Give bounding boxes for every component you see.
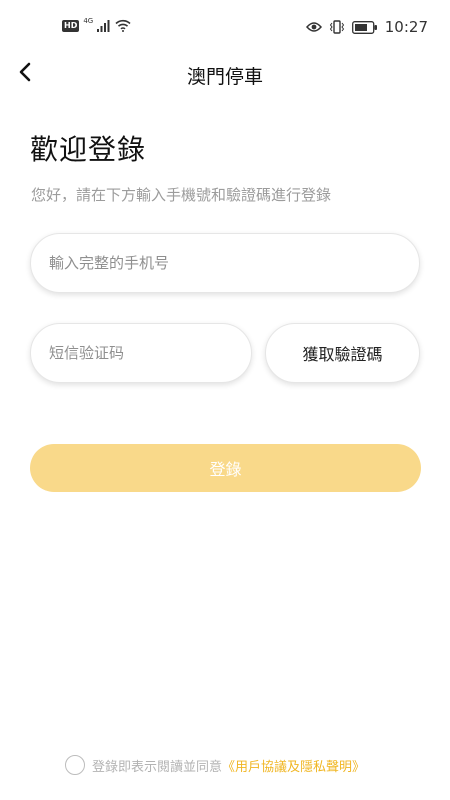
battery-icon — [351, 20, 377, 34]
vibrate-icon — [329, 20, 344, 34]
phone-input[interactable] — [31, 234, 419, 292]
status-time: 10:27 — [384, 18, 428, 36]
status-left: HD 4G — [62, 16, 131, 32]
agreement: 登錄即表示閱讀並同意 《用戶協議及隱私聲明》 — [65, 755, 365, 775]
sms-code-input[interactable] — [31, 324, 251, 382]
page-title: 澳門停車 — [186, 66, 263, 88]
login-button[interactable]: 登錄 — [30, 444, 421, 492]
welcome-title: 歡迎登錄 — [30, 133, 147, 166]
signal-icon — [97, 19, 110, 32]
eye-icon — [305, 22, 322, 32]
header: 澳門停車 — [0, 56, 450, 92]
code-field — [30, 323, 252, 383]
phone-field — [30, 233, 420, 293]
network-type: 4G — [83, 16, 94, 25]
wifi-icon — [115, 19, 131, 32]
get-code-button[interactable]: 獲取驗證碼 — [265, 323, 420, 383]
agreement-link[interactable]: 《用戶協議及隱私聲明》 — [222, 756, 365, 775]
status-right: 10:27 — [305, 18, 428, 36]
agreement-text: 登錄即表示閱讀並同意 — [92, 759, 223, 775]
agree-checkbox[interactable] — [65, 755, 85, 775]
status-bar: HD 4G 10:27 — [0, 0, 450, 56]
hd-badge: HD — [62, 19, 80, 32]
welcome-subtitle: 您好，請在下方輸入手機號和驗證碼進行登錄 — [31, 186, 332, 204]
